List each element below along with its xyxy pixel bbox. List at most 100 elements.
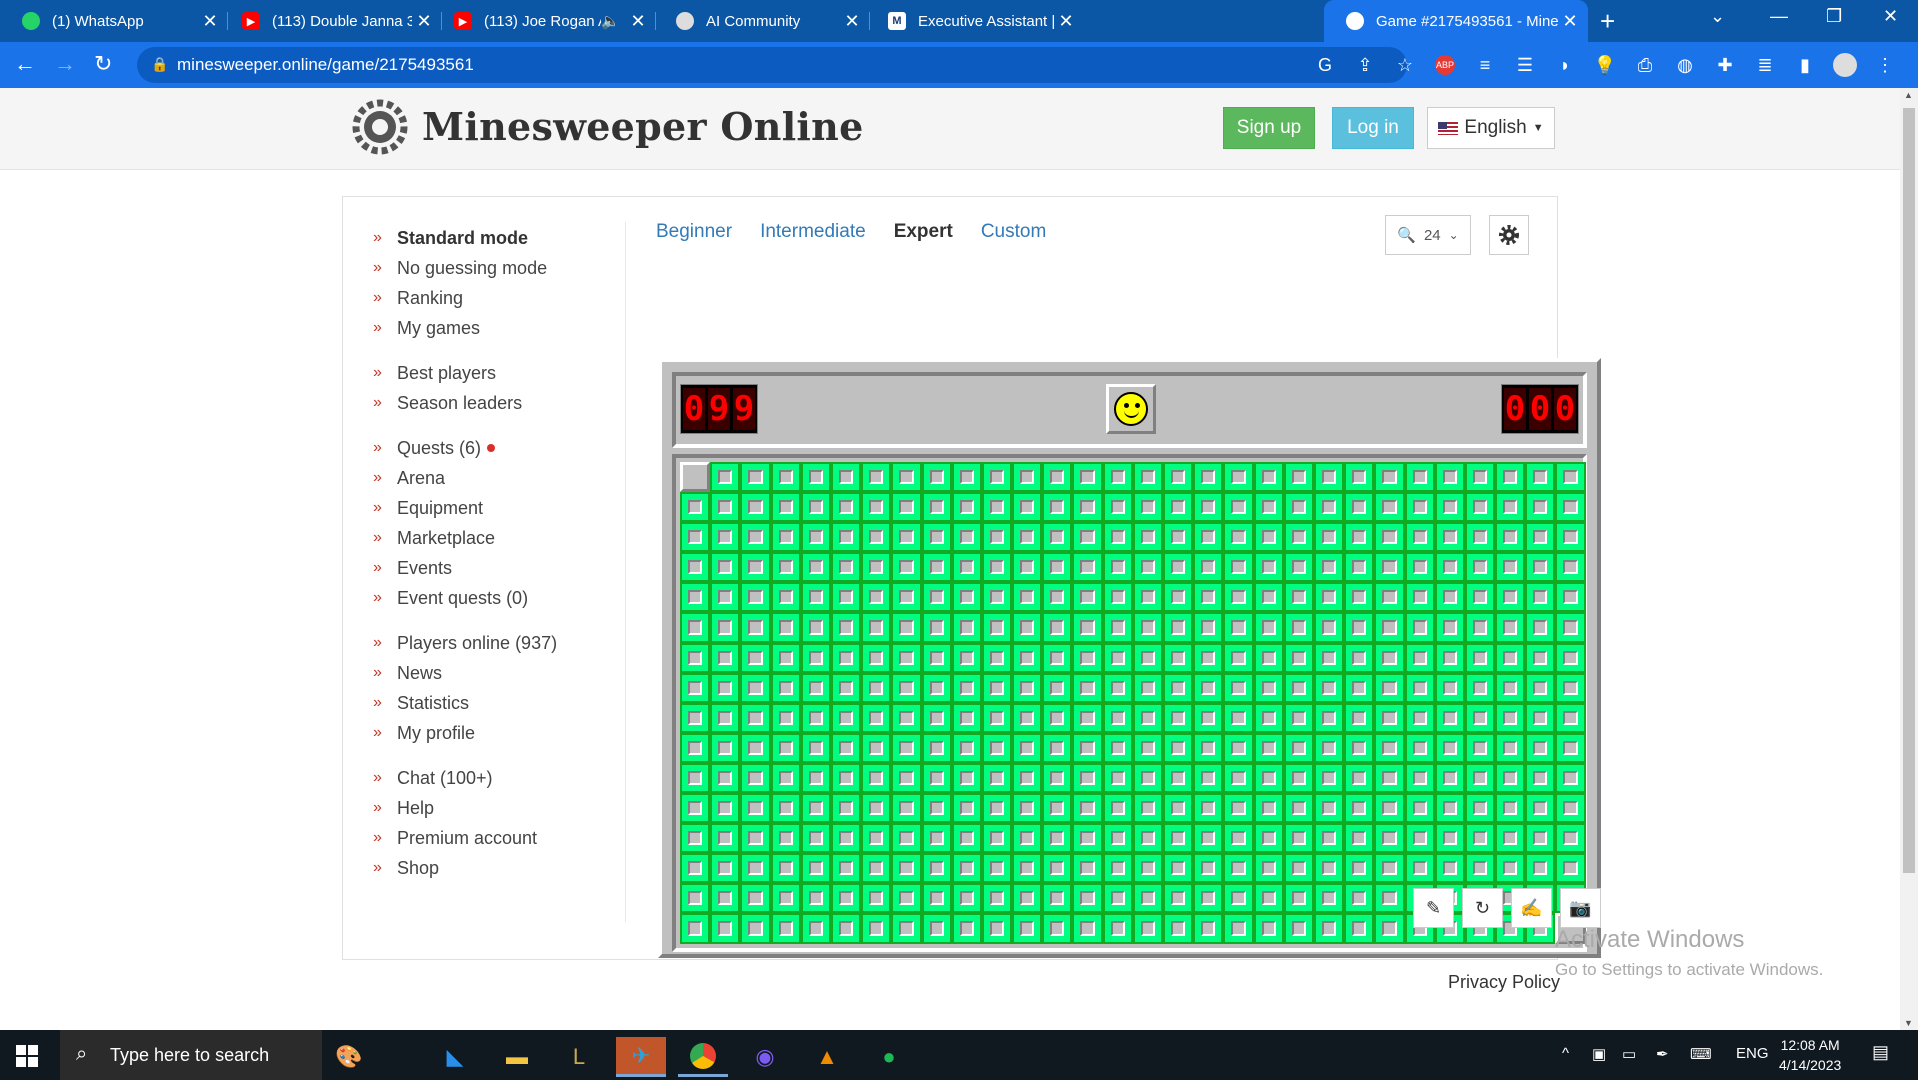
mine-cell[interactable] — [1404, 702, 1435, 733]
mine-cell[interactable] — [1555, 732, 1586, 763]
mine-cell[interactable] — [1193, 462, 1224, 493]
mine-cell[interactable] — [1464, 552, 1496, 583]
mine-cell[interactable] — [680, 492, 711, 523]
puzzle-icon[interactable]: ✚ — [1705, 52, 1745, 78]
mine-cell[interactable] — [1313, 883, 1345, 914]
mine-cell[interactable] — [1283, 462, 1314, 493]
mine-cell[interactable] — [1374, 732, 1405, 763]
mine-cell[interactable] — [891, 582, 922, 613]
mine-cell[interactable] — [680, 913, 711, 944]
mine-cell[interactable] — [1313, 823, 1345, 854]
mine-cell[interactable] — [861, 823, 892, 854]
mine-cell[interactable] — [1253, 612, 1284, 643]
mine-cell[interactable] — [1042, 522, 1073, 553]
mine-cell[interactable] — [1525, 732, 1556, 763]
mine-cell[interactable] — [1404, 492, 1435, 523]
smiley-face-button[interactable] — [1106, 384, 1156, 434]
mine-cell[interactable] — [921, 853, 952, 884]
minimize-icon[interactable]: — — [1770, 6, 1788, 27]
mine-cell[interactable] — [1042, 732, 1073, 763]
mine-cell[interactable] — [740, 793, 771, 824]
mine-cell[interactable] — [891, 522, 922, 553]
close-icon[interactable]: ✕ — [1558, 11, 1582, 32]
mine-cell[interactable] — [1283, 793, 1314, 824]
mine-cell[interactable] — [740, 823, 771, 854]
login-button[interactable]: Log in — [1332, 107, 1414, 149]
mine-cell[interactable] — [710, 522, 741, 553]
mine-cell[interactable] — [1344, 793, 1375, 824]
mine-cell[interactable] — [830, 492, 862, 523]
mine-cell[interactable] — [981, 612, 1013, 643]
zoom-select[interactable]: 🔍 24 ⌄ — [1385, 215, 1471, 255]
mine-cell[interactable] — [981, 823, 1013, 854]
mine-cell[interactable] — [710, 853, 741, 884]
mine-cell[interactable] — [1223, 732, 1254, 763]
mine-cell[interactable] — [830, 823, 862, 854]
mine-cell[interactable] — [1163, 672, 1194, 703]
mine-cell[interactable] — [861, 732, 892, 763]
mine-cell[interactable] — [1374, 913, 1405, 944]
mine-cell[interactable] — [1283, 913, 1314, 944]
mine-cell[interactable] — [1495, 552, 1526, 583]
mine-cell[interactable] — [1072, 793, 1103, 824]
mine-cell[interactable] — [1495, 582, 1526, 613]
mine-cell[interactable] — [1102, 612, 1133, 643]
mine-cell[interactable] — [680, 853, 711, 884]
mine-cell[interactable] — [1102, 462, 1133, 493]
mine-cell[interactable] — [951, 492, 982, 523]
vscode-icon[interactable]: ◣ — [430, 1037, 480, 1077]
mine-cell[interactable] — [1495, 732, 1526, 763]
mine-cell[interactable] — [921, 793, 952, 824]
mine-cell[interactable] — [1223, 913, 1254, 944]
mine-cell[interactable] — [861, 853, 892, 884]
mine-cell[interactable] — [1434, 762, 1465, 794]
mine-cell[interactable] — [1464, 823, 1496, 854]
mine-cell[interactable] — [861, 793, 892, 824]
mine-cell[interactable] — [1313, 522, 1345, 553]
sidebar-item[interactable]: » Arena — [373, 463, 613, 493]
sidebar-item[interactable]: » Players online (937) — [373, 628, 613, 658]
mine-cell[interactable] — [1283, 883, 1314, 914]
mine-cell[interactable] — [1163, 853, 1194, 884]
mine-cell[interactable] — [1344, 612, 1375, 643]
mine-cell[interactable] — [1012, 642, 1043, 673]
tray-pen-icon[interactable]: ✒ — [1656, 1045, 1669, 1063]
mine-cell[interactable] — [981, 672, 1013, 703]
mine-cell[interactable] — [1132, 522, 1163, 553]
mine-cell[interactable] — [1374, 793, 1405, 824]
mine-cell[interactable] — [680, 793, 711, 824]
mine-cell[interactable] — [861, 552, 892, 583]
tab-minesweeper[interactable]: Game #2175493561 - Minesweeper Online ✕ — [1324, 0, 1588, 42]
mine-cell[interactable] — [891, 883, 922, 914]
mine-cell[interactable] — [740, 913, 771, 944]
mine-cell[interactable] — [1193, 552, 1224, 583]
chrome-icon[interactable] — [678, 1037, 728, 1077]
mine-cell[interactable] — [1012, 793, 1043, 824]
speaker-icon[interactable]: 🔈 — [601, 12, 620, 30]
mine-cell[interactable] — [770, 672, 801, 703]
mine-cell[interactable] — [861, 702, 892, 733]
mine-cell[interactable] — [1223, 552, 1254, 583]
mine-cell[interactable] — [1102, 492, 1133, 523]
mine-cell[interactable] — [1555, 823, 1586, 854]
tab-search-icon[interactable]: ⌄ — [1710, 6, 1725, 27]
mine-cell[interactable] — [1042, 702, 1073, 733]
mine-cell[interactable] — [830, 672, 862, 703]
mine-cell[interactable] — [680, 762, 711, 794]
mine-cell[interactable] — [891, 793, 922, 824]
mine-cell[interactable] — [1072, 883, 1103, 914]
mine-cell[interactable] — [710, 552, 741, 583]
mine-cell[interactable] — [1283, 853, 1314, 884]
mine-cell[interactable] — [710, 913, 741, 944]
mine-cell[interactable] — [740, 702, 771, 733]
mine-cell[interactable] — [1495, 612, 1526, 643]
mine-cell[interactable] — [1132, 642, 1163, 673]
mine-cell[interactable] — [1253, 492, 1284, 523]
mine-cell[interactable] — [1495, 823, 1526, 854]
mine-cell[interactable] — [1344, 672, 1375, 703]
mine-cell[interactable] — [1404, 612, 1435, 643]
mine-cell[interactable] — [1072, 612, 1103, 643]
mine-cell[interactable] — [1102, 913, 1133, 944]
mine-cell[interactable] — [1374, 823, 1405, 854]
mine-cell[interactable] — [981, 732, 1013, 763]
